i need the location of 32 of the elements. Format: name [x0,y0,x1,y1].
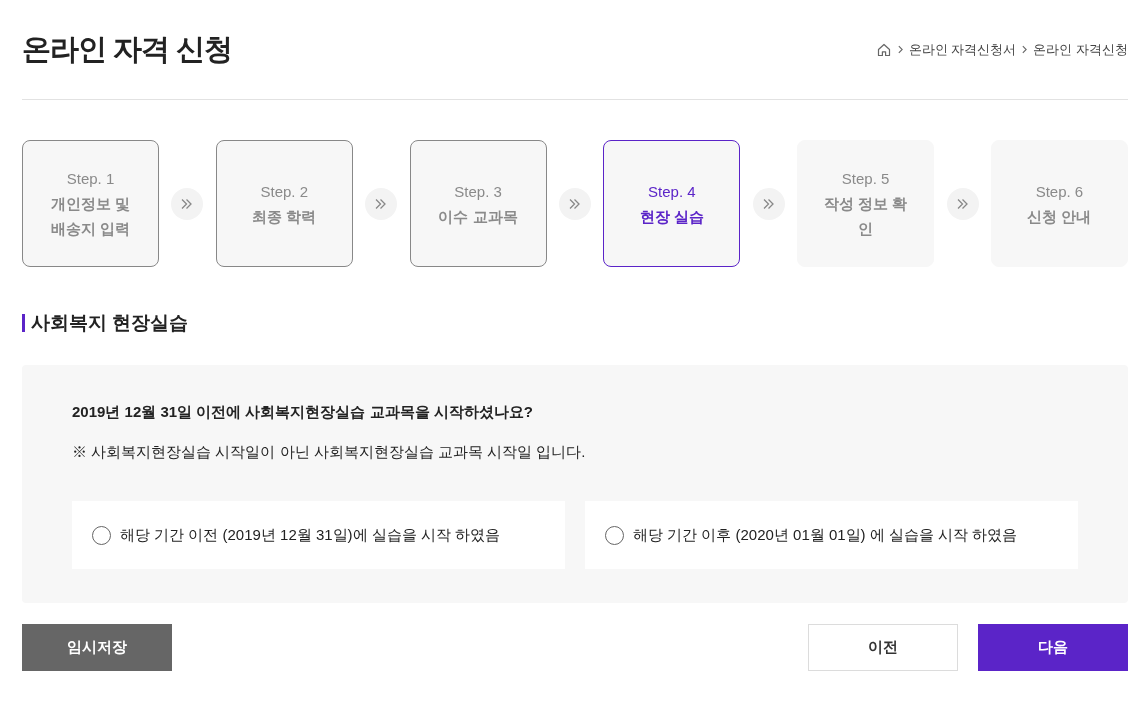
double-chevron-icon [558,187,591,220]
step-label: 작성 정보 확인 [822,194,909,239]
radio-option[interactable]: 해당 기간 이후 (2020년 01월 01일) 에 실습을 시작 하였음 [585,501,1078,569]
step-label: 개인정보 및 배송지 입력 [49,194,132,239]
save-draft-button[interactable]: 임시저장 [22,624,172,671]
previous-button[interactable]: 이전 [808,624,958,671]
home-icon[interactable] [876,42,891,57]
note-text: ※ 사회복지현장실습 시작일이 아닌 사회복지현장실습 교과목 시작일 입니다. [72,442,587,462]
double-chevron-icon [365,187,398,220]
next-button[interactable]: 다음 [978,624,1128,671]
accent-bar-icon [22,314,25,332]
page-title: 온라인 자격 신청 [22,31,233,67]
step-label: 이수 교과목 [438,206,518,227]
radio-option[interactable]: 해당 기간 이전 (2019년 12월 31일)에 실습을 시작 하였음 [72,501,565,569]
chevron-icon [897,45,903,54]
double-chevron-icon [752,187,785,220]
question-text: 2019년 12월 31일 이전에 사회복지현장실습 교과목을 시작하셨나요? [72,402,534,422]
step-label: 최종 학력 [252,206,317,227]
breadcrumb-link[interactable]: 온라인 자격신청서 [908,40,1017,59]
step-number: Step. 2 [260,181,309,202]
double-chevron-icon [946,187,979,220]
step-number: Step. 6 [1035,181,1084,202]
step-label: 현장 실습 [639,206,704,227]
step-number: Step. 4 [648,181,696,202]
breadcrumb-link[interactable]: 온라인 자격신청 [1033,40,1128,59]
step-number: Step. 5 [841,169,890,189]
step-number: Step. 3 [454,181,502,202]
chevron-icon [1022,45,1028,54]
double-chevron-icon [171,187,204,220]
section-heading: 사회복지 현장실습 [31,312,189,334]
step-number: Step. 1 [66,169,115,189]
step-label: 신청 안내 [1027,206,1092,227]
